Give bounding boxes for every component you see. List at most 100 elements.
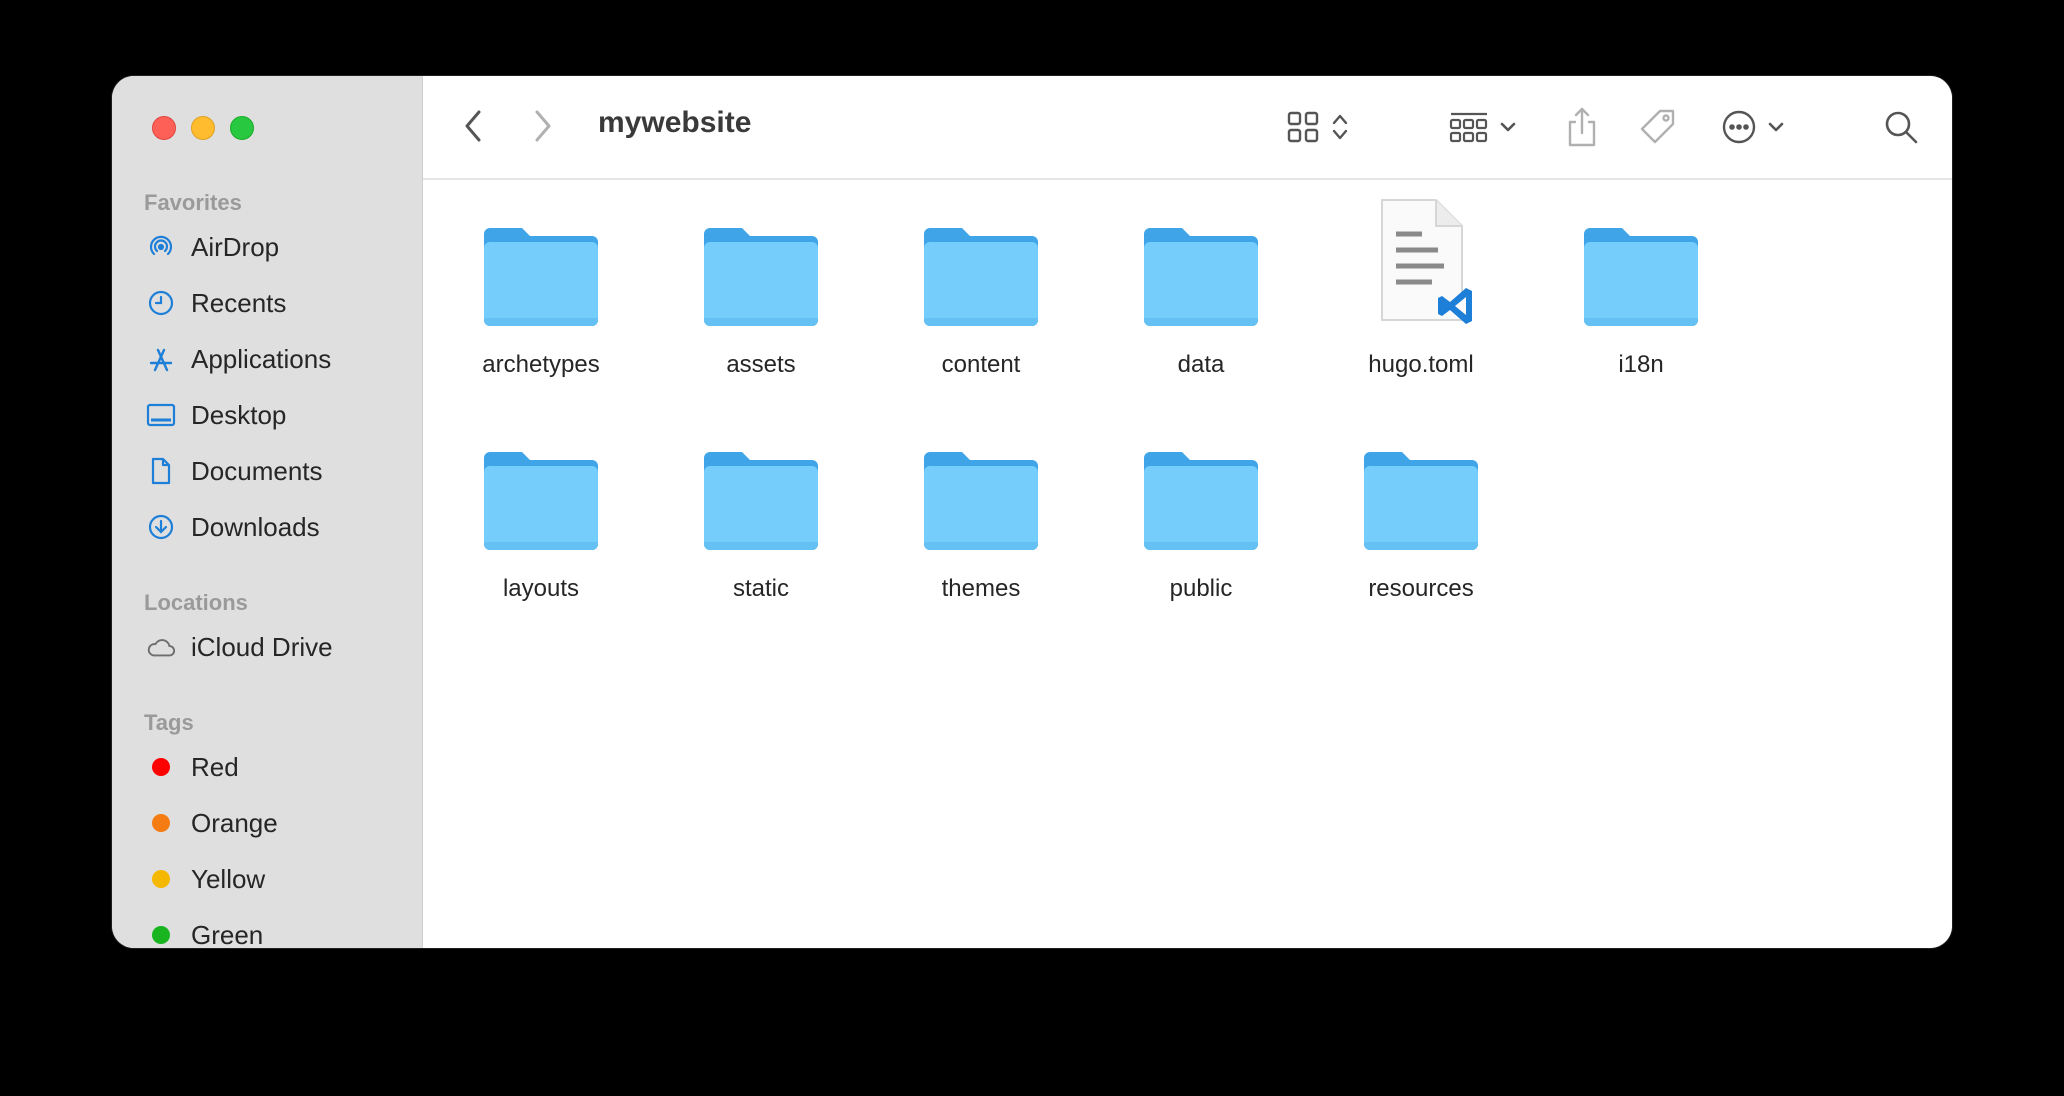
sidebar-item-label: Documents: [191, 455, 323, 486]
sidebar-item-airdrop[interactable]: AirDrop: [112, 221, 423, 273]
finder-window: Favorites AirDrop Recents Applications D…: [112, 76, 1952, 948]
tag-color-dot: [146, 752, 176, 782]
chevron-left-icon: [465, 110, 481, 142]
sidebar-tag-orange[interactable]: Orange: [112, 797, 423, 849]
search-button[interactable]: [1878, 104, 1924, 150]
item-name: content: [941, 351, 1021, 378]
folder-item[interactable]: static: [661, 440, 861, 603]
sidebar-item-documents[interactable]: Documents: [112, 445, 423, 497]
item-name: archetypes: [482, 351, 600, 378]
orange-tag-icon: [152, 814, 170, 832]
share-icon: [1568, 107, 1596, 147]
sidebar-item-label: Yellow: [191, 863, 266, 894]
clock-icon: [146, 288, 176, 318]
item-name: i18n: [1618, 351, 1664, 378]
folder-item[interactable]: assets: [661, 216, 861, 379]
folder-icon: [696, 216, 826, 326]
sidebar-item-applications[interactable]: Applications: [112, 333, 423, 385]
item-name: layouts: [502, 575, 580, 602]
tag-button[interactable]: [1633, 102, 1683, 152]
sidebar-item-label: Red: [191, 751, 239, 782]
forward-button[interactable]: [523, 106, 563, 146]
cloud-icon: [146, 632, 176, 662]
folder-item[interactable]: data: [1101, 216, 1301, 379]
ellipsis-circle-icon: [1722, 110, 1756, 144]
sidebar-item-label: Orange: [191, 807, 278, 838]
chevron-up-down-icon: [1332, 114, 1348, 140]
folder-item[interactable]: public: [1101, 440, 1301, 603]
tag-color-dot: [146, 864, 176, 894]
folder-item[interactable]: themes: [881, 440, 1081, 603]
folder-icon: [1136, 440, 1266, 550]
item-name: assets: [726, 351, 796, 378]
folder-icon: [476, 440, 606, 550]
sidebar-section-favorites: Favorites: [144, 190, 242, 215]
download-icon: [146, 512, 176, 542]
sidebar-tag-green[interactable]: Green: [112, 909, 423, 948]
folder-icon: [696, 440, 826, 550]
group-grid-icon: [1449, 112, 1488, 143]
tag-color-dot: [146, 920, 176, 948]
vscode-document-icon: [1356, 196, 1486, 326]
folder-icon: [1136, 216, 1266, 326]
item-name: resources: [1368, 575, 1474, 602]
toolbar: mywebsite: [423, 76, 1952, 180]
sidebar: Favorites AirDrop Recents Applications D…: [112, 76, 423, 948]
folder-item[interactable]: resources: [1321, 440, 1521, 603]
item-name: hugo.toml: [1368, 351, 1474, 378]
file-item[interactable]: hugo.toml: [1321, 199, 1521, 379]
red-tag-icon: [152, 758, 170, 776]
sidebar-item-label: Downloads: [191, 511, 320, 542]
folder-icon: [1356, 440, 1486, 550]
item-name: data: [1177, 351, 1225, 378]
item-name: public: [1169, 575, 1233, 602]
folder-item[interactable]: content: [881, 216, 1081, 379]
chevron-right-icon: [535, 110, 551, 142]
item-name: static: [732, 575, 789, 602]
item-name: themes: [941, 575, 1021, 602]
sidebar-item-label: Applications: [191, 343, 332, 374]
window-title: mywebsite: [598, 106, 752, 139]
folder-item[interactable]: i18n: [1541, 216, 1741, 379]
yellow-tag-icon: [152, 870, 170, 888]
chevron-down-icon: [1768, 122, 1784, 132]
sidebar-section-tags: Tags: [144, 710, 194, 735]
sidebar-section-locations: Locations: [144, 590, 248, 615]
folder-icon: [916, 216, 1046, 326]
sidebar-item-downloads[interactable]: Downloads: [112, 501, 423, 553]
group-button[interactable]: [1443, 104, 1523, 150]
minimize-window-button[interactable]: [191, 116, 215, 140]
search-icon: [1885, 111, 1918, 144]
applications-icon: [146, 344, 176, 374]
sidebar-item-recents[interactable]: Recents: [112, 277, 423, 329]
sidebar-item-label: Recents: [191, 287, 287, 318]
sidebar-tag-yellow[interactable]: Yellow: [112, 853, 423, 905]
back-button[interactable]: [453, 106, 493, 146]
desktop-icon: [146, 400, 176, 430]
airdrop-icon: [146, 232, 176, 262]
folder-item[interactable]: archetypes: [441, 216, 641, 379]
window-controls: [152, 116, 254, 140]
chevron-down-icon: [1500, 122, 1516, 132]
document-icon: [146, 456, 176, 486]
share-button[interactable]: [1559, 102, 1605, 152]
zoom-window-button[interactable]: [230, 116, 254, 140]
sidebar-tag-red[interactable]: Red: [112, 741, 423, 793]
close-window-button[interactable]: [152, 116, 176, 140]
folder-icon: [916, 440, 1046, 550]
sidebar-item-label: AirDrop: [191, 231, 280, 262]
tag-color-dot: [146, 808, 176, 838]
folder-icon: [1576, 216, 1706, 326]
sidebar-item-desktop[interactable]: Desktop: [112, 389, 423, 441]
folder-icon: [476, 216, 606, 326]
more-actions-button[interactable]: [1713, 104, 1793, 150]
sidebar-item-label: Desktop: [191, 399, 287, 430]
main-content: mywebsite archetypes assets content data…: [423, 76, 1952, 948]
icon-view-grid-icon: [1287, 111, 1319, 143]
tag-icon: [1640, 109, 1675, 144]
view-mode-button[interactable]: [1278, 104, 1358, 150]
sidebar-item-label: iCloud Drive: [191, 631, 333, 662]
green-tag-icon: [152, 926, 170, 944]
folder-item[interactable]: layouts: [441, 440, 641, 603]
sidebar-item-icloud-drive[interactable]: iCloud Drive: [112, 621, 423, 673]
